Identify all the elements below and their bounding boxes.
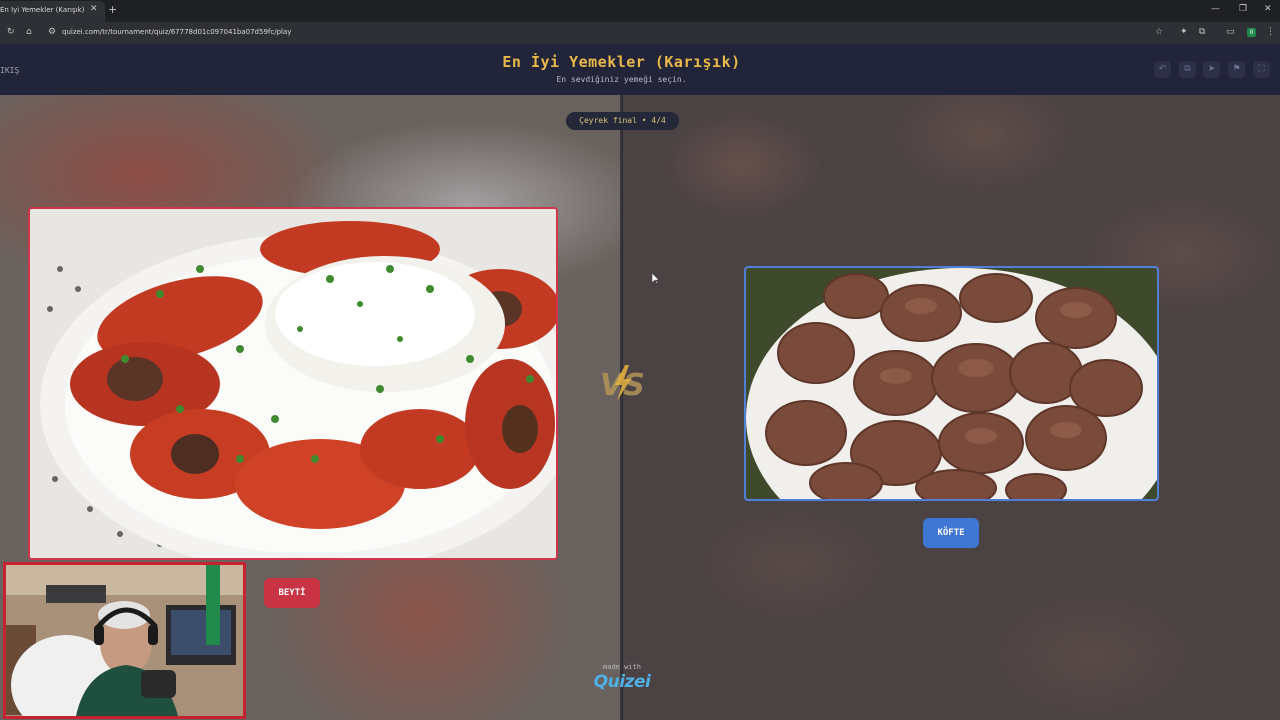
quiz-header: IKIŞ En İyi Yemekler (Karışık) En sevdiğ…: [0, 44, 1280, 95]
browser-menu-icon[interactable]: ⋮: [1266, 27, 1275, 37]
browser-tab[interactable]: En İyi Yemekler (Karışık) - Tier l ✕: [0, 1, 105, 22]
webcam-overlay: [3, 562, 246, 719]
extension-badge[interactable]: 0: [1247, 28, 1256, 37]
arena-divider: [620, 95, 623, 720]
home-icon[interactable]: ⌂: [26, 27, 32, 37]
copy-icon[interactable]: ⧉: [1179, 61, 1196, 78]
versus-icon: VS: [600, 365, 645, 403]
tab-close-icon[interactable]: ✕: [90, 4, 98, 14]
cast-icon[interactable]: ▭: [1226, 27, 1235, 37]
right-option-image[interactable]: [744, 266, 1159, 501]
window-close-button[interactable]: ✕: [1264, 4, 1272, 14]
site-info-icon[interactable]: ⚙: [48, 27, 56, 37]
reload-icon[interactable]: ↻: [7, 27, 15, 37]
window-minimize-button[interactable]: —: [1211, 4, 1220, 14]
choose-right-button[interactable]: KÖFTE: [923, 518, 979, 548]
browser-toolbar: ↻ ⌂ ⚙ quizei.com/tr/tournament/quiz/6777…: [0, 22, 1280, 44]
fullscreen-icon[interactable]: ⛶: [1253, 61, 1270, 78]
browser-tab-bar: En İyi Yemekler (Karışık) - Tier l ✕ + —…: [0, 0, 1280, 22]
puzzle-icon[interactable]: ⧉: [1199, 27, 1205, 37]
streamer-video: [6, 565, 243, 716]
new-tab-button[interactable]: +: [108, 3, 117, 16]
tab-title: En İyi Yemekler (Karışık) - Tier l: [0, 6, 84, 14]
share-icon[interactable]: ➤: [1203, 61, 1220, 78]
page-title: En İyi Yemekler (Karışık): [502, 53, 741, 71]
beyti-photo: [30, 209, 556, 558]
undo-icon[interactable]: ↶: [1154, 61, 1171, 78]
left-option-image[interactable]: [28, 207, 558, 560]
flag-icon[interactable]: ⚑: [1228, 61, 1245, 78]
page-subtitle: En sevdiğiniz yemeği seçin.: [556, 75, 687, 84]
choose-left-button[interactable]: BEYTİ: [264, 578, 320, 608]
quizei-logo[interactable]: Quizei: [589, 672, 655, 692]
address-bar[interactable]: quizei.com/tr/tournament/quiz/67778d01c0…: [62, 28, 291, 36]
extension-icon[interactable]: ✦: [1180, 27, 1188, 37]
mouse-cursor-icon: [652, 273, 660, 285]
kofte-photo: [746, 268, 1157, 499]
window-maximize-button[interactable]: ❐: [1239, 4, 1247, 14]
made-with-label: made with: [603, 663, 641, 671]
round-badge: Çeyrek final • 4/4: [566, 112, 679, 130]
bookmark-star-icon[interactable]: ☆: [1155, 27, 1163, 37]
